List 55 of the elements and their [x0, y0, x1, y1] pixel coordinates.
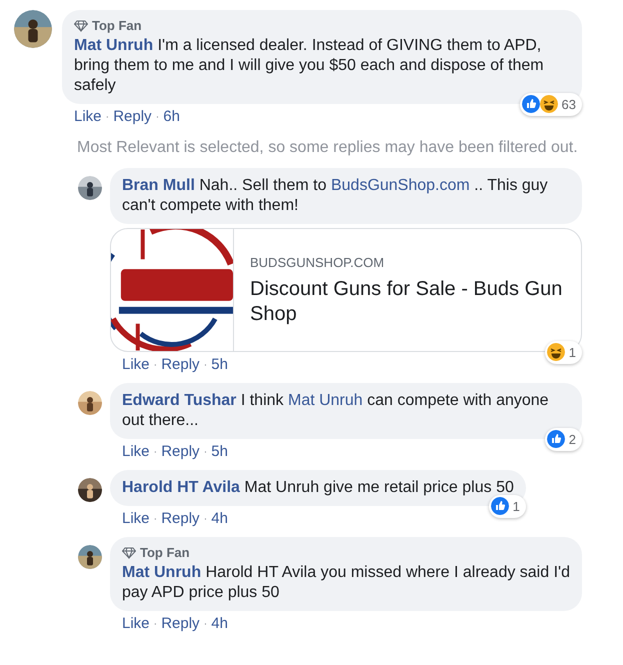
reply-link[interactable]: Reply	[161, 510, 200, 528]
timestamp-link[interactable]: 4h	[211, 615, 228, 633]
laughing-face-icon	[540, 95, 558, 114]
comment-text: Mat Unruh Harold HT Avila you missed where I already said I'd pay APD price plus 50	[122, 563, 570, 603]
author-link[interactable]: Edward Tushar	[122, 392, 236, 409]
reaction-count[interactable]: 1	[488, 494, 526, 518]
mention-link[interactable]: BudsGunShop.com	[330, 177, 470, 194]
reaction-count[interactable]: 1	[544, 340, 582, 364]
reaction-count[interactable]: 2	[544, 428, 582, 451]
timestamp-link[interactable]: 6h	[163, 108, 180, 126]
timestamp-link[interactable]: 5h	[211, 356, 228, 374]
timestamp-link[interactable]: 4h	[211, 510, 228, 528]
timestamp-link[interactable]: 5h	[211, 443, 228, 461]
diamond-icon	[122, 547, 136, 559]
reply-link[interactable]: Reply	[113, 108, 152, 126]
comment-text: Bran Mull Nah.. Sell them to BudsGunShop.com .. This guy can't compete with them!	[122, 176, 549, 216]
thumbs-up-icon	[522, 95, 540, 114]
separator-dot: ·	[204, 617, 208, 632]
separator-dot: ·	[204, 358, 208, 373]
separator-dot: ·	[204, 512, 208, 527]
like-link[interactable]: Like	[122, 443, 150, 461]
reply-link[interactable]: Reply	[161, 356, 200, 374]
preview-domain: BUDSGUNSHOP.COM	[250, 254, 386, 272]
top-fan-label: Top Fan	[140, 545, 190, 561]
like-link[interactable]: Like	[122, 510, 150, 528]
filter-notice: Most Relevant is selected, so some replies may have been filtered out.	[77, 138, 579, 158]
separator-dot: ·	[154, 617, 158, 632]
separator-dot: ·	[154, 358, 158, 373]
author-link[interactable]: Bran Mull	[122, 177, 195, 194]
separator-dot: ·	[156, 110, 160, 125]
mention-link[interactable]: Mat Unruh	[288, 392, 363, 409]
author-link[interactable]: Mat Unruh	[122, 564, 202, 581]
avatar[interactable]	[14, 10, 52, 48]
like-link[interactable]: Like	[122, 615, 150, 633]
like-link[interactable]: Like	[74, 108, 102, 126]
separator-dot: ·	[204, 445, 208, 460]
diamond-icon	[74, 20, 88, 32]
separator-dot: ·	[154, 512, 158, 527]
thumbs-up-icon	[546, 430, 565, 448]
laughing-face-icon	[546, 343, 565, 362]
separator-dot: ·	[154, 445, 158, 460]
avatar[interactable]	[78, 391, 102, 415]
avatar[interactable]	[78, 176, 102, 200]
reply-link[interactable]: Reply	[161, 615, 200, 633]
separator-dot: ·	[106, 110, 110, 125]
reaction-count[interactable]: 63	[520, 92, 582, 116]
author-link[interactable]: Mat Unruh	[74, 37, 154, 54]
reply-link[interactable]: Reply	[161, 443, 200, 461]
like-link[interactable]: Like	[122, 356, 150, 374]
preview-title[interactable]: Discount Guns for Sale - Buds Gun Shop	[250, 276, 565, 326]
avatar[interactable]	[78, 478, 102, 502]
top-fan-label: Top Fan	[92, 18, 142, 34]
thumbs-up-icon	[490, 497, 509, 516]
author-link[interactable]: Harold HT Avila	[122, 479, 240, 496]
avatar[interactable]	[78, 545, 102, 569]
